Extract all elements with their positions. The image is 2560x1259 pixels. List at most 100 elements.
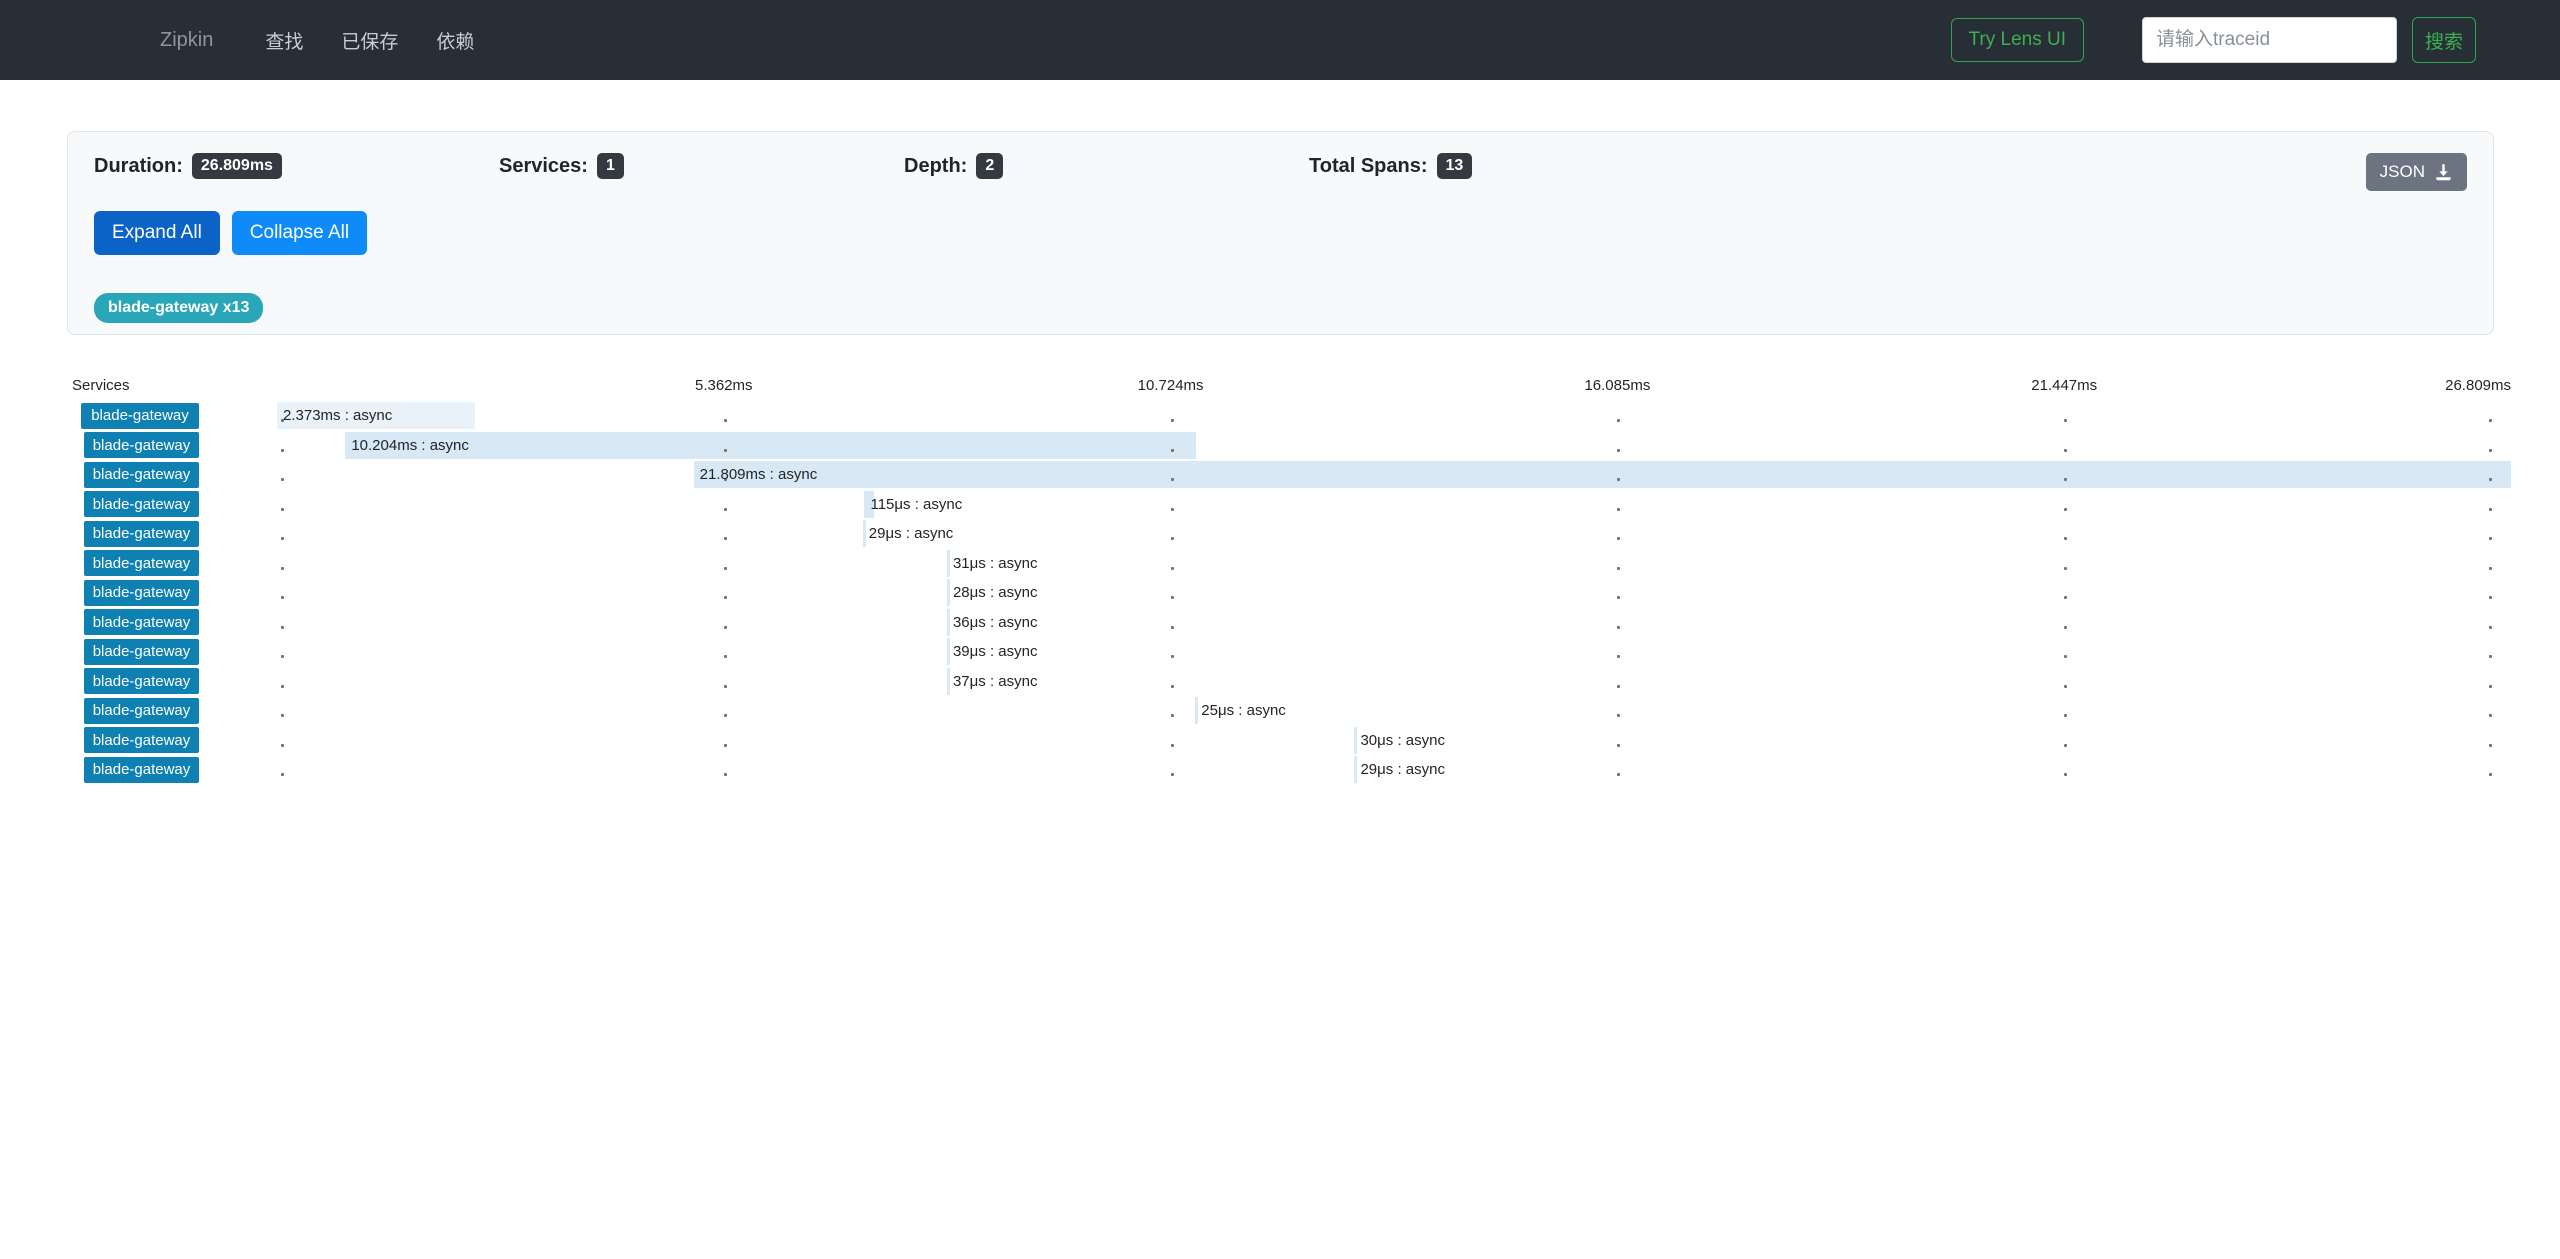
span-duration-bar[interactable] [947, 609, 950, 636]
tick-dot [2489, 596, 2492, 599]
nav-link-find[interactable]: 查找 [265, 27, 303, 54]
span-duration-bar[interactable] [1354, 727, 1357, 754]
tick-dot [2064, 773, 2067, 776]
summary-total-spans: Total Spans: 13 [1309, 153, 1714, 179]
row-timeline: 39μs : async [277, 637, 2511, 667]
tick-label-3: 21.447ms [2031, 377, 2097, 394]
download-icon [2434, 163, 2453, 182]
tick-dot [724, 685, 727, 688]
try-lens-ui-button[interactable]: Try Lens UI [1951, 18, 2085, 62]
span-duration-bar[interactable] [694, 461, 2511, 488]
timeline-tick-header: 5.362ms10.724ms16.085ms21.447ms26.809ms [277, 377, 2511, 398]
tick-dot [724, 596, 727, 599]
span-row[interactable]: blade-gateway37μs : async [0, 667, 2560, 697]
tick-dot [1171, 685, 1174, 688]
depth-value-badge: 2 [976, 153, 1003, 179]
service-badge[interactable]: blade-gateway [81, 403, 199, 429]
service-badge[interactable]: blade-gateway [84, 462, 199, 488]
tick-dot [1617, 744, 1620, 747]
tick-dot [1617, 419, 1620, 422]
span-row[interactable]: blade-gateway36μs : async [0, 608, 2560, 638]
row-timeline: 115μs : async [277, 490, 2511, 520]
services-value-badge: 1 [597, 153, 624, 179]
tick-dot [724, 449, 727, 452]
row-timeline: 28μs : async [277, 578, 2511, 608]
span-row[interactable]: blade-gateway21.809ms : async [0, 460, 2560, 490]
tick-dot [281, 714, 284, 717]
tick-dot [724, 419, 727, 422]
span-duration-bar[interactable] [1195, 697, 1198, 724]
span-duration-bar[interactable] [947, 668, 950, 695]
tick-dot [281, 567, 284, 570]
span-duration-label: 29μs : async [1360, 755, 1445, 785]
tick-dot [1171, 655, 1174, 658]
row-timeline: 29μs : async [277, 755, 2511, 785]
row-timeline: 2.373ms : async [277, 401, 2511, 431]
tick-dot [281, 537, 284, 540]
service-badge[interactable]: blade-gateway [84, 432, 199, 458]
collapse-all-button[interactable]: Collapse All [232, 211, 367, 255]
brand-zipkin[interactable]: Zipkin [160, 29, 213, 52]
span-row[interactable]: blade-gateway 115μs : async [0, 490, 2560, 520]
tick-dot [1171, 478, 1174, 481]
row-timeline: 10.204ms : async [277, 431, 2511, 461]
service-badge[interactable]: blade-gateway [84, 639, 199, 665]
span-duration-bar[interactable] [345, 432, 1195, 459]
span-duration-bar[interactable] [1354, 756, 1357, 783]
tick-dot [724, 773, 727, 776]
service-tag-blade-gateway[interactable]: blade-gateway x13 [94, 293, 263, 323]
span-duration-label: 28μs : async [953, 578, 1038, 608]
tick-label-4: 26.809ms [2445, 377, 2511, 394]
tick-dot [1171, 626, 1174, 629]
service-badge[interactable]: blade-gateway [84, 727, 199, 753]
expand-all-button[interactable]: Expand All [94, 211, 220, 255]
span-row[interactable]: blade-gateway30μs : async [0, 726, 2560, 756]
span-row[interactable]: blade-gateway 10.204ms : async [0, 431, 2560, 461]
span-duration-bar[interactable] [947, 579, 950, 606]
tick-dot [281, 773, 284, 776]
tick-dot [281, 685, 284, 688]
tick-dot [724, 626, 727, 629]
span-row[interactable]: blade-gateway 29μs : async [0, 755, 2560, 785]
tick-dot [724, 508, 727, 511]
service-badge[interactable]: blade-gateway [84, 668, 199, 694]
service-badge[interactable]: blade-gateway [84, 698, 199, 724]
service-badge[interactable]: blade-gateway [84, 757, 199, 783]
summary-row: Duration: 26.809ms Services: 1 Depth: 2 … [94, 153, 2467, 191]
span-duration-bar[interactable] [863, 520, 866, 547]
span-duration-bar[interactable] [947, 638, 950, 665]
span-row[interactable]: blade-gateway 28μs : async [0, 578, 2560, 608]
tick-dot [1617, 655, 1620, 658]
service-badge[interactable]: blade-gateway [84, 491, 199, 517]
json-download-button[interactable]: JSON [2366, 153, 2467, 191]
tick-dot [1617, 714, 1620, 717]
row-timeline: 29μs : async [277, 519, 2511, 549]
span-row[interactable]: blade-gateway 2.373ms : async [0, 401, 2560, 431]
tick-dot [281, 449, 284, 452]
span-row[interactable]: blade-gateway 29μs : async [0, 519, 2560, 549]
tick-dot [281, 626, 284, 629]
traceid-search-input[interactable] [2142, 17, 2397, 63]
service-badge[interactable]: blade-gateway [84, 609, 199, 635]
row-timeline: 25μs : async [277, 696, 2511, 726]
nav-link-dependencies[interactable]: 依赖 [436, 27, 474, 54]
tick-dot [281, 655, 284, 658]
tick-dot [2489, 714, 2492, 717]
span-row[interactable]: blade-gateway 25μs : async [0, 696, 2560, 726]
tick-dot [2064, 478, 2067, 481]
tick-dot [2064, 419, 2067, 422]
summary-services: Services: 1 [499, 153, 904, 179]
nav-link-saved[interactable]: 已保存 [341, 27, 398, 54]
services-label: Services: [499, 155, 588, 178]
span-row[interactable]: blade-gateway 39μs : async [0, 637, 2560, 667]
span-duration-label: 39μs : async [953, 637, 1038, 667]
trace-header: Services 5.362ms10.724ms16.085ms21.447ms… [0, 377, 2560, 398]
span-duration-bar[interactable] [947, 550, 950, 577]
service-badge[interactable]: blade-gateway [84, 550, 199, 576]
span-row[interactable]: blade-gateway31μs : async [0, 549, 2560, 579]
tick-dot [724, 567, 727, 570]
tick-dot [2064, 449, 2067, 452]
service-badge[interactable]: blade-gateway [84, 580, 199, 606]
service-badge[interactable]: blade-gateway [84, 521, 199, 547]
search-button[interactable]: 搜索 [2412, 17, 2476, 63]
